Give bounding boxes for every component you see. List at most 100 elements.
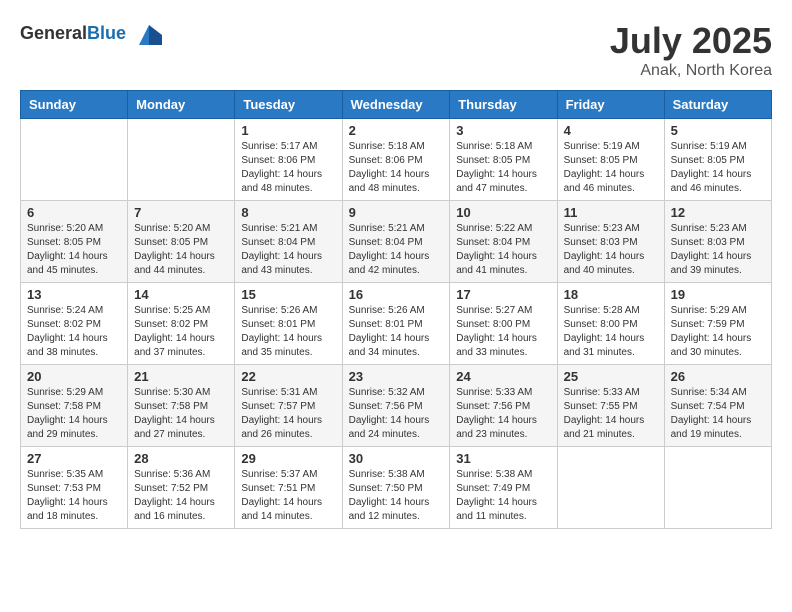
calendar-cell: 13 Sunrise: 5:24 AMSunset: 8:02 PMDayligh… bbox=[21, 283, 128, 365]
day-info: Sunrise: 5:21 AMSunset: 8:04 PMDaylight:… bbox=[241, 222, 335, 278]
logo: GeneralBlue bbox=[20, 20, 164, 50]
weekday-header-tuesday: Tuesday bbox=[235, 91, 342, 119]
day-number: 24 bbox=[456, 369, 550, 384]
day-info: Sunrise: 5:35 AMSunset: 7:53 PMDaylight:… bbox=[27, 468, 121, 524]
day-number: 23 bbox=[349, 369, 444, 384]
day-number: 18 bbox=[564, 287, 658, 302]
day-info: Sunrise: 5:23 AMSunset: 8:03 PMDaylight:… bbox=[564, 222, 658, 278]
calendar-cell: 24 Sunrise: 5:33 AMSunset: 7:56 PMDayligh… bbox=[450, 365, 557, 447]
day-info: Sunrise: 5:19 AMSunset: 8:05 PMDaylight:… bbox=[671, 140, 765, 196]
calendar-cell: 16Sunrise: 5:26 AMSunset: 8:01 PMDayligh… bbox=[342, 283, 450, 365]
calendar-cell: 23 Sunrise: 5:32 AMSunset: 7:56 PMDayligh… bbox=[342, 365, 450, 447]
day-info: Sunrise: 5:29 AMSunset: 7:58 PMDaylight:… bbox=[27, 386, 121, 442]
calendar-cell: 15 Sunrise: 5:26 AMSunset: 8:01 PMDayligh… bbox=[235, 283, 342, 365]
day-number: 25 bbox=[564, 369, 658, 384]
day-number: 2 bbox=[349, 123, 444, 138]
day-number: 14 bbox=[134, 287, 228, 302]
calendar-cell: 14Sunrise: 5:25 AMSunset: 8:02 PMDayligh… bbox=[128, 283, 235, 365]
day-info: Sunrise: 5:20 AMSunset: 8:05 PMDaylight:… bbox=[27, 222, 121, 278]
day-info: Sunrise: 5:20 AMSunset: 8:05 PMDaylight:… bbox=[134, 222, 228, 278]
day-number: 6 bbox=[27, 205, 121, 220]
day-info: Sunrise: 5:27 AMSunset: 8:00 PMDaylight:… bbox=[456, 304, 550, 360]
calendar-table: SundayMondayTuesdayWednesdayThursdayFrid… bbox=[20, 90, 772, 529]
day-info: Sunrise: 5:18 AMSunset: 8:06 PMDaylight:… bbox=[349, 140, 444, 196]
day-number: 9 bbox=[349, 205, 444, 220]
day-info: Sunrise: 5:38 AMSunset: 7:49 PMDaylight:… bbox=[456, 468, 550, 524]
day-info: Sunrise: 5:21 AMSunset: 8:04 PMDaylight:… bbox=[349, 222, 444, 278]
calendar-cell: 31Sunrise: 5:38 AMSunset: 7:49 PMDayligh… bbox=[450, 447, 557, 529]
day-info: Sunrise: 5:26 AMSunset: 8:01 PMDaylight:… bbox=[241, 304, 335, 360]
day-number: 22 bbox=[241, 369, 335, 384]
day-number: 30 bbox=[349, 451, 444, 466]
day-number: 5 bbox=[671, 123, 765, 138]
day-info: Sunrise: 5:19 AMSunset: 8:05 PMDaylight:… bbox=[564, 140, 658, 196]
location: Anak, North Korea bbox=[610, 62, 772, 80]
day-number: 19 bbox=[671, 287, 765, 302]
day-info: Sunrise: 5:31 AMSunset: 7:57 PMDaylight:… bbox=[241, 386, 335, 442]
day-number: 27 bbox=[27, 451, 121, 466]
weekday-header-sunday: Sunday bbox=[21, 91, 128, 119]
day-info: Sunrise: 5:37 AMSunset: 7:51 PMDaylight:… bbox=[241, 468, 335, 524]
calendar-cell: 30 Sunrise: 5:38 AMSunset: 7:50 PMDayligh… bbox=[342, 447, 450, 529]
day-info: Sunrise: 5:36 AMSunset: 7:52 PMDaylight:… bbox=[134, 468, 228, 524]
calendar-cell: 4Sunrise: 5:19 AMSunset: 8:05 PMDaylight… bbox=[557, 119, 664, 201]
day-number: 10 bbox=[456, 205, 550, 220]
day-number: 20 bbox=[27, 369, 121, 384]
weekday-header-friday: Friday bbox=[557, 91, 664, 119]
calendar-week-row: 6 Sunrise: 5:20 AMSunset: 8:05 PMDaylight… bbox=[21, 201, 772, 283]
day-info: Sunrise: 5:24 AMSunset: 8:02 PMDaylight:… bbox=[27, 304, 121, 360]
calendar-cell: 26 Sunrise: 5:34 AMSunset: 7:54 PMDayligh… bbox=[664, 365, 771, 447]
day-info: Sunrise: 5:18 AMSunset: 8:05 PMDaylight:… bbox=[456, 140, 550, 196]
calendar-week-row: 13 Sunrise: 5:24 AMSunset: 8:02 PMDayligh… bbox=[21, 283, 772, 365]
month-year: July 2025 bbox=[610, 20, 772, 62]
day-number: 8 bbox=[241, 205, 335, 220]
logo-text: GeneralBlue bbox=[20, 20, 164, 50]
day-info: Sunrise: 5:28 AMSunset: 8:00 PMDaylight:… bbox=[564, 304, 658, 360]
day-info: Sunrise: 5:22 AMSunset: 8:04 PMDaylight:… bbox=[456, 222, 550, 278]
day-info: Sunrise: 5:26 AMSunset: 8:01 PMDaylight:… bbox=[349, 304, 444, 360]
calendar-cell bbox=[664, 447, 771, 529]
calendar-cell: 25 Sunrise: 5:33 AMSunset: 7:55 PMDayligh… bbox=[557, 365, 664, 447]
calendar-cell: 12Sunrise: 5:23 AMSunset: 8:03 PMDayligh… bbox=[664, 201, 771, 283]
day-info: Sunrise: 5:17 AMSunset: 8:06 PMDaylight:… bbox=[241, 140, 335, 196]
day-number: 17 bbox=[456, 287, 550, 302]
calendar-cell: 2 Sunrise: 5:18 AMSunset: 8:06 PMDaylight… bbox=[342, 119, 450, 201]
day-number: 15 bbox=[241, 287, 335, 302]
day-info: Sunrise: 5:30 AMSunset: 7:58 PMDaylight:… bbox=[134, 386, 228, 442]
day-info: Sunrise: 5:32 AMSunset: 7:56 PMDaylight:… bbox=[349, 386, 444, 442]
calendar-cell: 3 Sunrise: 5:18 AMSunset: 8:05 PMDaylight… bbox=[450, 119, 557, 201]
logo-general: GeneralBlue bbox=[20, 26, 131, 43]
calendar-cell: 29 Sunrise: 5:37 AMSunset: 7:51 PMDayligh… bbox=[235, 447, 342, 529]
calendar-cell: 6 Sunrise: 5:20 AMSunset: 8:05 PMDaylight… bbox=[21, 201, 128, 283]
day-info: Sunrise: 5:29 AMSunset: 7:59 PMDaylight:… bbox=[671, 304, 765, 360]
calendar-cell: 10 Sunrise: 5:22 AMSunset: 8:04 PMDayligh… bbox=[450, 201, 557, 283]
day-number: 13 bbox=[27, 287, 121, 302]
day-number: 26 bbox=[671, 369, 765, 384]
calendar-cell: 20 Sunrise: 5:29 AMSunset: 7:58 PMDayligh… bbox=[21, 365, 128, 447]
calendar-cell: 9 Sunrise: 5:21 AMSunset: 8:04 PMDaylight… bbox=[342, 201, 450, 283]
calendar-cell: 28 Sunrise: 5:36 AMSunset: 7:52 PMDayligh… bbox=[128, 447, 235, 529]
calendar-cell: 7 Sunrise: 5:20 AMSunset: 8:05 PMDaylight… bbox=[128, 201, 235, 283]
calendar-cell: 27 Sunrise: 5:35 AMSunset: 7:53 PMDayligh… bbox=[21, 447, 128, 529]
day-number: 12 bbox=[671, 205, 765, 220]
weekday-header-saturday: Saturday bbox=[664, 91, 771, 119]
title-block: July 2025 Anak, North Korea bbox=[610, 20, 772, 80]
weekday-header-wednesday: Wednesday bbox=[342, 91, 450, 119]
day-number: 28 bbox=[134, 451, 228, 466]
day-info: Sunrise: 5:33 AMSunset: 7:55 PMDaylight:… bbox=[564, 386, 658, 442]
page-header: GeneralBlue July 2025 Anak, North Korea bbox=[20, 20, 772, 80]
calendar-cell: 8 Sunrise: 5:21 AMSunset: 8:04 PMDaylight… bbox=[235, 201, 342, 283]
logo-icon bbox=[134, 20, 164, 50]
calendar-cell bbox=[128, 119, 235, 201]
day-number: 11 bbox=[564, 205, 658, 220]
calendar-week-row: 27 Sunrise: 5:35 AMSunset: 7:53 PMDayligh… bbox=[21, 447, 772, 529]
day-info: Sunrise: 5:34 AMSunset: 7:54 PMDaylight:… bbox=[671, 386, 765, 442]
day-number: 3 bbox=[456, 123, 550, 138]
calendar-cell: 17 Sunrise: 5:27 AMSunset: 8:00 PMDayligh… bbox=[450, 283, 557, 365]
day-number: 7 bbox=[134, 205, 228, 220]
weekday-header-monday: Monday bbox=[128, 91, 235, 119]
day-number: 29 bbox=[241, 451, 335, 466]
weekday-header-row: SundayMondayTuesdayWednesdayThursdayFrid… bbox=[21, 91, 772, 119]
day-info: Sunrise: 5:33 AMSunset: 7:56 PMDaylight:… bbox=[456, 386, 550, 442]
day-info: Sunrise: 5:38 AMSunset: 7:50 PMDaylight:… bbox=[349, 468, 444, 524]
